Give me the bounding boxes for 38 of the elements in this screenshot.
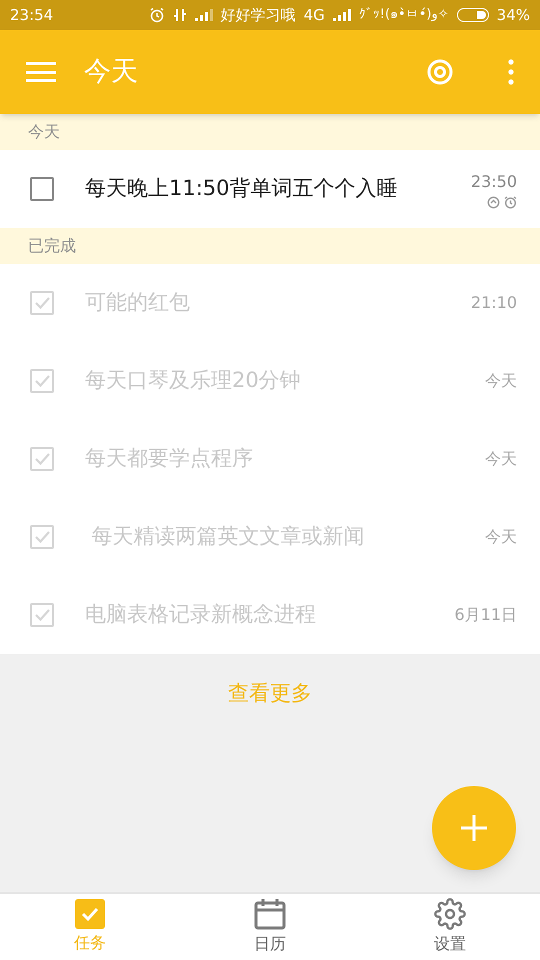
alarm-icon xyxy=(148,7,165,23)
task-text: 每天晚上11:50背单词五个个入睡 xyxy=(85,175,399,202)
checked-checkbox[interactable] xyxy=(29,368,55,394)
section-title: 已完成 xyxy=(28,235,76,257)
settings-icon xyxy=(434,898,466,930)
task-time: 6月11日 xyxy=(454,604,517,626)
task-row[interactable]: 每天晚上11:50背单词五个个入睡 23:50 xyxy=(0,150,540,228)
section-title: 今天 xyxy=(28,121,60,143)
task-time: 21:10 xyxy=(470,292,517,314)
carrier-text: ｸﾞｯ!(๑•̀ㅂ•́)و✧ xyxy=(358,6,449,24)
data-arrows-icon xyxy=(172,8,187,22)
app-title: 今天 xyxy=(84,54,139,89)
nav-tab[interactable]: 日历 xyxy=(180,894,360,960)
task-time: 今天 xyxy=(485,370,517,392)
task-time: 今天 xyxy=(485,526,517,548)
nav-tab[interactable]: 设置 xyxy=(360,894,540,960)
network-type: 4G xyxy=(304,4,325,26)
calendar-icon xyxy=(254,898,286,930)
checked-checkbox[interactable] xyxy=(29,446,55,472)
signal-icon xyxy=(194,9,213,21)
checked-checkbox[interactable] xyxy=(29,290,55,316)
plus-icon xyxy=(461,815,487,841)
checked-checkbox[interactable] xyxy=(29,602,55,628)
nav-tab[interactable]: 任务 xyxy=(0,894,180,960)
menu-button[interactable] xyxy=(26,60,56,84)
task-time: 今天 xyxy=(485,448,517,470)
task-time: 23:50 xyxy=(470,170,517,192)
checked-checkbox[interactable] xyxy=(29,524,55,550)
see-more-link[interactable]: 查看更多 xyxy=(228,678,312,710)
checkbox-icon xyxy=(75,899,105,929)
checkbox[interactable] xyxy=(29,176,55,202)
more-icon[interactable] xyxy=(508,59,514,85)
target-icon[interactable] xyxy=(427,59,453,85)
battery-icon xyxy=(456,8,489,22)
battery-percent: 34% xyxy=(496,4,530,26)
carrier-text: 好好学习哦 xyxy=(220,4,296,26)
signal-icon xyxy=(332,9,351,21)
clock-text: 23:54 xyxy=(10,4,54,26)
